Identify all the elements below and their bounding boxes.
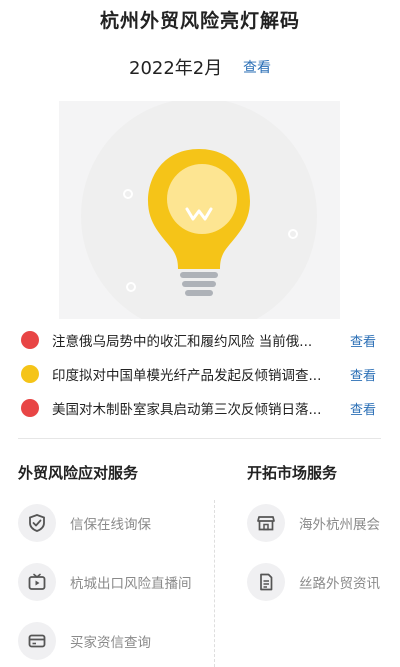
market-services-title: 开拓市场服务: [247, 464, 338, 482]
yellow-status-dot: [21, 365, 39, 383]
column-divider: [214, 500, 215, 667]
red-status-dot: [21, 331, 39, 349]
period-view-link[interactable]: 查看: [243, 57, 271, 77]
service-label: 海外杭州展会: [299, 517, 380, 533]
risk-services-title: 外贸风险应对服务: [18, 464, 139, 482]
service-label: 杭城出口风险直播间: [70, 576, 192, 592]
service-label: 买家资信查询: [70, 635, 151, 651]
section-divider: [18, 438, 381, 439]
service-silk-road-news[interactable]: 丝路外贸资讯: [247, 561, 397, 605]
credit-card-icon: [18, 622, 56, 660]
alert-view-link[interactable]: 查看: [350, 399, 376, 418]
document-icon: [247, 563, 285, 601]
alert-item[interactable]: 注意俄乌局势中的收汇和履约风险 当前俄... 查看: [0, 327, 400, 353]
alert-text: 印度拟对中国单模光纤产品发起反倾销调查...: [52, 368, 322, 384]
alert-item[interactable]: 美国对木制卧室家具启动第三次反倾销日落... 查看: [0, 395, 400, 421]
lightbulb-illustration: [59, 101, 340, 319]
shield-check-icon: [18, 504, 56, 542]
service-label: 信保在线询保: [70, 517, 151, 533]
page-title: 杭州外贸风险亮灯解码: [99, 10, 300, 32]
storefront-icon: [247, 504, 285, 542]
red-status-dot: [21, 399, 39, 417]
alert-view-link[interactable]: 查看: [350, 365, 376, 384]
alert-text: 注意俄乌局势中的收汇和履约风险 当前俄...: [52, 334, 313, 350]
tv-play-icon: [18, 563, 56, 601]
service-label: 丝路外贸资讯: [299, 576, 380, 592]
alert-text: 美国对木制卧室家具启动第三次反倾销日落...: [52, 402, 322, 418]
service-credit-insurance-inquiry[interactable]: 信保在线询保: [18, 502, 208, 546]
alert-item[interactable]: 印度拟对中国单模光纤产品发起反倾销调查... 查看: [0, 361, 400, 387]
lightbulb-icon: [81, 101, 317, 319]
period-label: 2022年2月: [129, 58, 223, 79]
period-bar: 2022年2月 查看: [0, 54, 400, 80]
service-buyer-credit-check[interactable]: 买家资信查询: [18, 620, 208, 664]
service-overseas-exhibition[interactable]: 海外杭州展会: [247, 502, 397, 546]
alert-view-link[interactable]: 查看: [350, 331, 376, 350]
service-export-risk-live[interactable]: 杭城出口风险直播间: [18, 561, 208, 605]
